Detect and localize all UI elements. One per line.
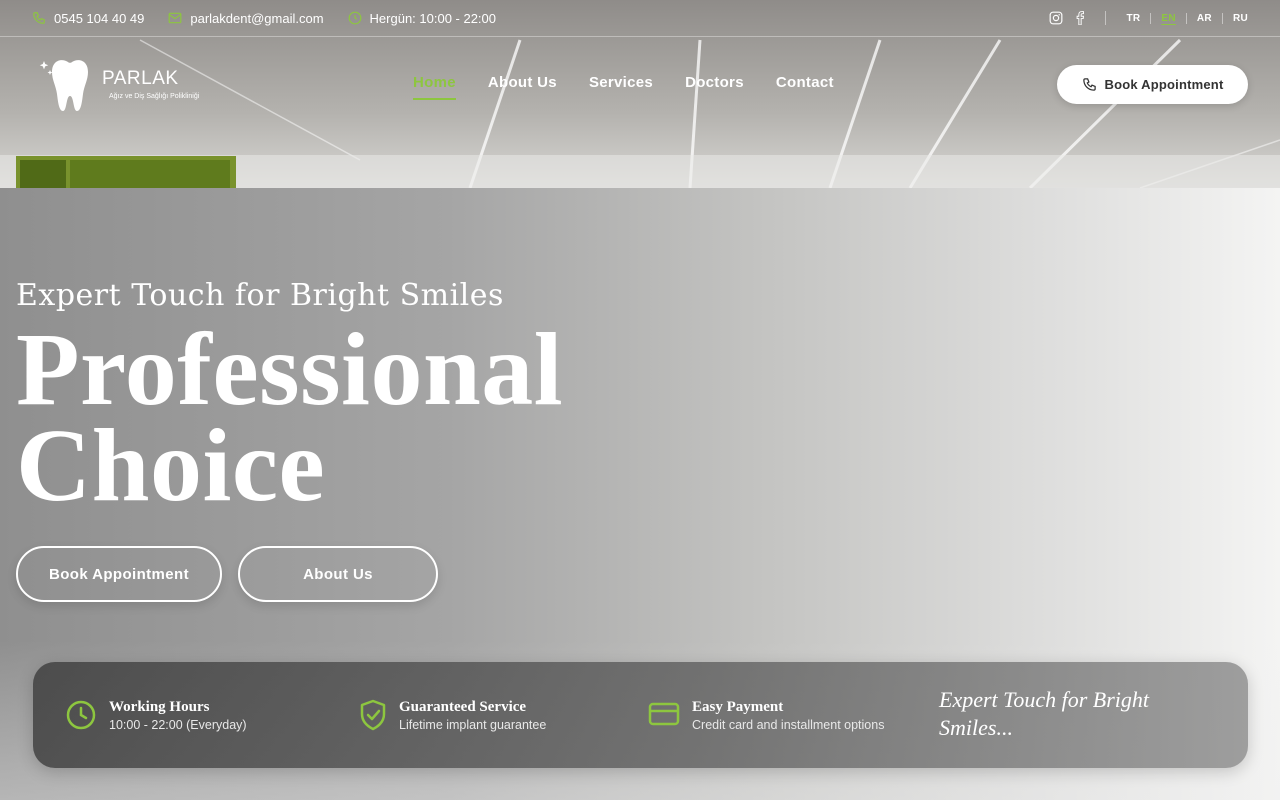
tooth-logo-icon [39, 60, 88, 111]
hero-buttons: Book Appointment About Us [16, 546, 438, 602]
nav-services[interactable]: Services [589, 74, 653, 100]
hours-text: Hergün: 10:00 - 22:00 [369, 10, 497, 26]
about-us-button[interactable]: About Us [238, 546, 438, 602]
instagram-icon[interactable] [1049, 11, 1063, 25]
book-appointment-button[interactable]: Book Appointment [16, 546, 222, 602]
nav-about-us[interactable]: About Us [488, 74, 557, 100]
mail-icon [168, 12, 182, 24]
credit-card-icon [648, 702, 680, 726]
hero-title-line-1: Professional [16, 312, 564, 427]
lang-ar[interactable]: AR [1187, 12, 1223, 24]
info-bar-slogan: Expert Touch for Bright Smiles... [939, 687, 1150, 740]
top-bar: 0545 104 40 49 parlakdent@gmail.com Herg… [0, 0, 1280, 37]
lang-en[interactable]: EN [1151, 12, 1187, 24]
feature-description: Credit card and installment options [692, 718, 885, 732]
hero-subtitle: Expert Touch for Bright Smiles [16, 278, 504, 313]
nav-contact[interactable]: Contact [776, 74, 834, 100]
phone-number: 0545 104 40 49 [54, 10, 145, 26]
phone-icon [1082, 78, 1096, 91]
clock-icon [348, 11, 361, 25]
feature-guaranteed-service: Guaranteed Service Lifetime implant guar… [359, 698, 546, 733]
hero-title-line-2: Choice [16, 408, 326, 523]
clock-icon [66, 700, 96, 730]
feature-description: Lifetime implant guarantee [399, 718, 547, 732]
facebook-icon[interactable] [1075, 11, 1085, 25]
logo-subtitle: Ağız ve Diş Sağlığı Polikliniği [109, 93, 200, 100]
lang-tr[interactable]: TR [1116, 12, 1152, 24]
email-address: parlakdent@gmail.com [190, 10, 324, 26]
book-appointment-header-button[interactable]: Book Appointment [1057, 65, 1248, 104]
logo[interactable]: PARLAK Ağız ve Diş Sağlığı Polikliniği [38, 56, 200, 114]
book-appointment-header-label: Book Appointment [1104, 77, 1224, 92]
social-links [1049, 11, 1107, 25]
hero-title: Professional Choice [16, 312, 564, 523]
feature-easy-payment: Easy Payment Credit card and installment… [648, 698, 884, 733]
email-contact[interactable]: parlakdent@gmail.com [168, 10, 324, 26]
logo-name: PARLAK [102, 68, 179, 89]
topbar-right: TR EN AR RU [1049, 11, 1248, 25]
nav-doctors[interactable]: Doctors [685, 74, 744, 100]
language-switcher: TR EN AR RU [1116, 12, 1248, 24]
shield-check-icon [360, 699, 386, 731]
phone-contact[interactable]: 0545 104 40 49 [32, 11, 144, 26]
info-bar: Working Hours 10:00 - 22:00 (Everyday) G… [33, 662, 1248, 768]
nav-home[interactable]: Home [413, 74, 456, 100]
feature-title: Working Hours [109, 699, 210, 715]
feature-working-hours: Working Hours 10:00 - 22:00 (Everyday) [65, 698, 247, 733]
phone-icon [33, 12, 45, 24]
feature-title: Guaranteed Service [399, 699, 527, 715]
opening-hours: Hergün: 10:00 - 22:00 [348, 11, 496, 26]
lang-ru[interactable]: RU [1223, 13, 1248, 24]
main-nav: Home About Us Services Doctors Contact [413, 74, 834, 100]
feature-description: 10:00 - 22:00 (Everyday) [109, 718, 247, 732]
feature-title: Easy Payment [692, 699, 784, 715]
